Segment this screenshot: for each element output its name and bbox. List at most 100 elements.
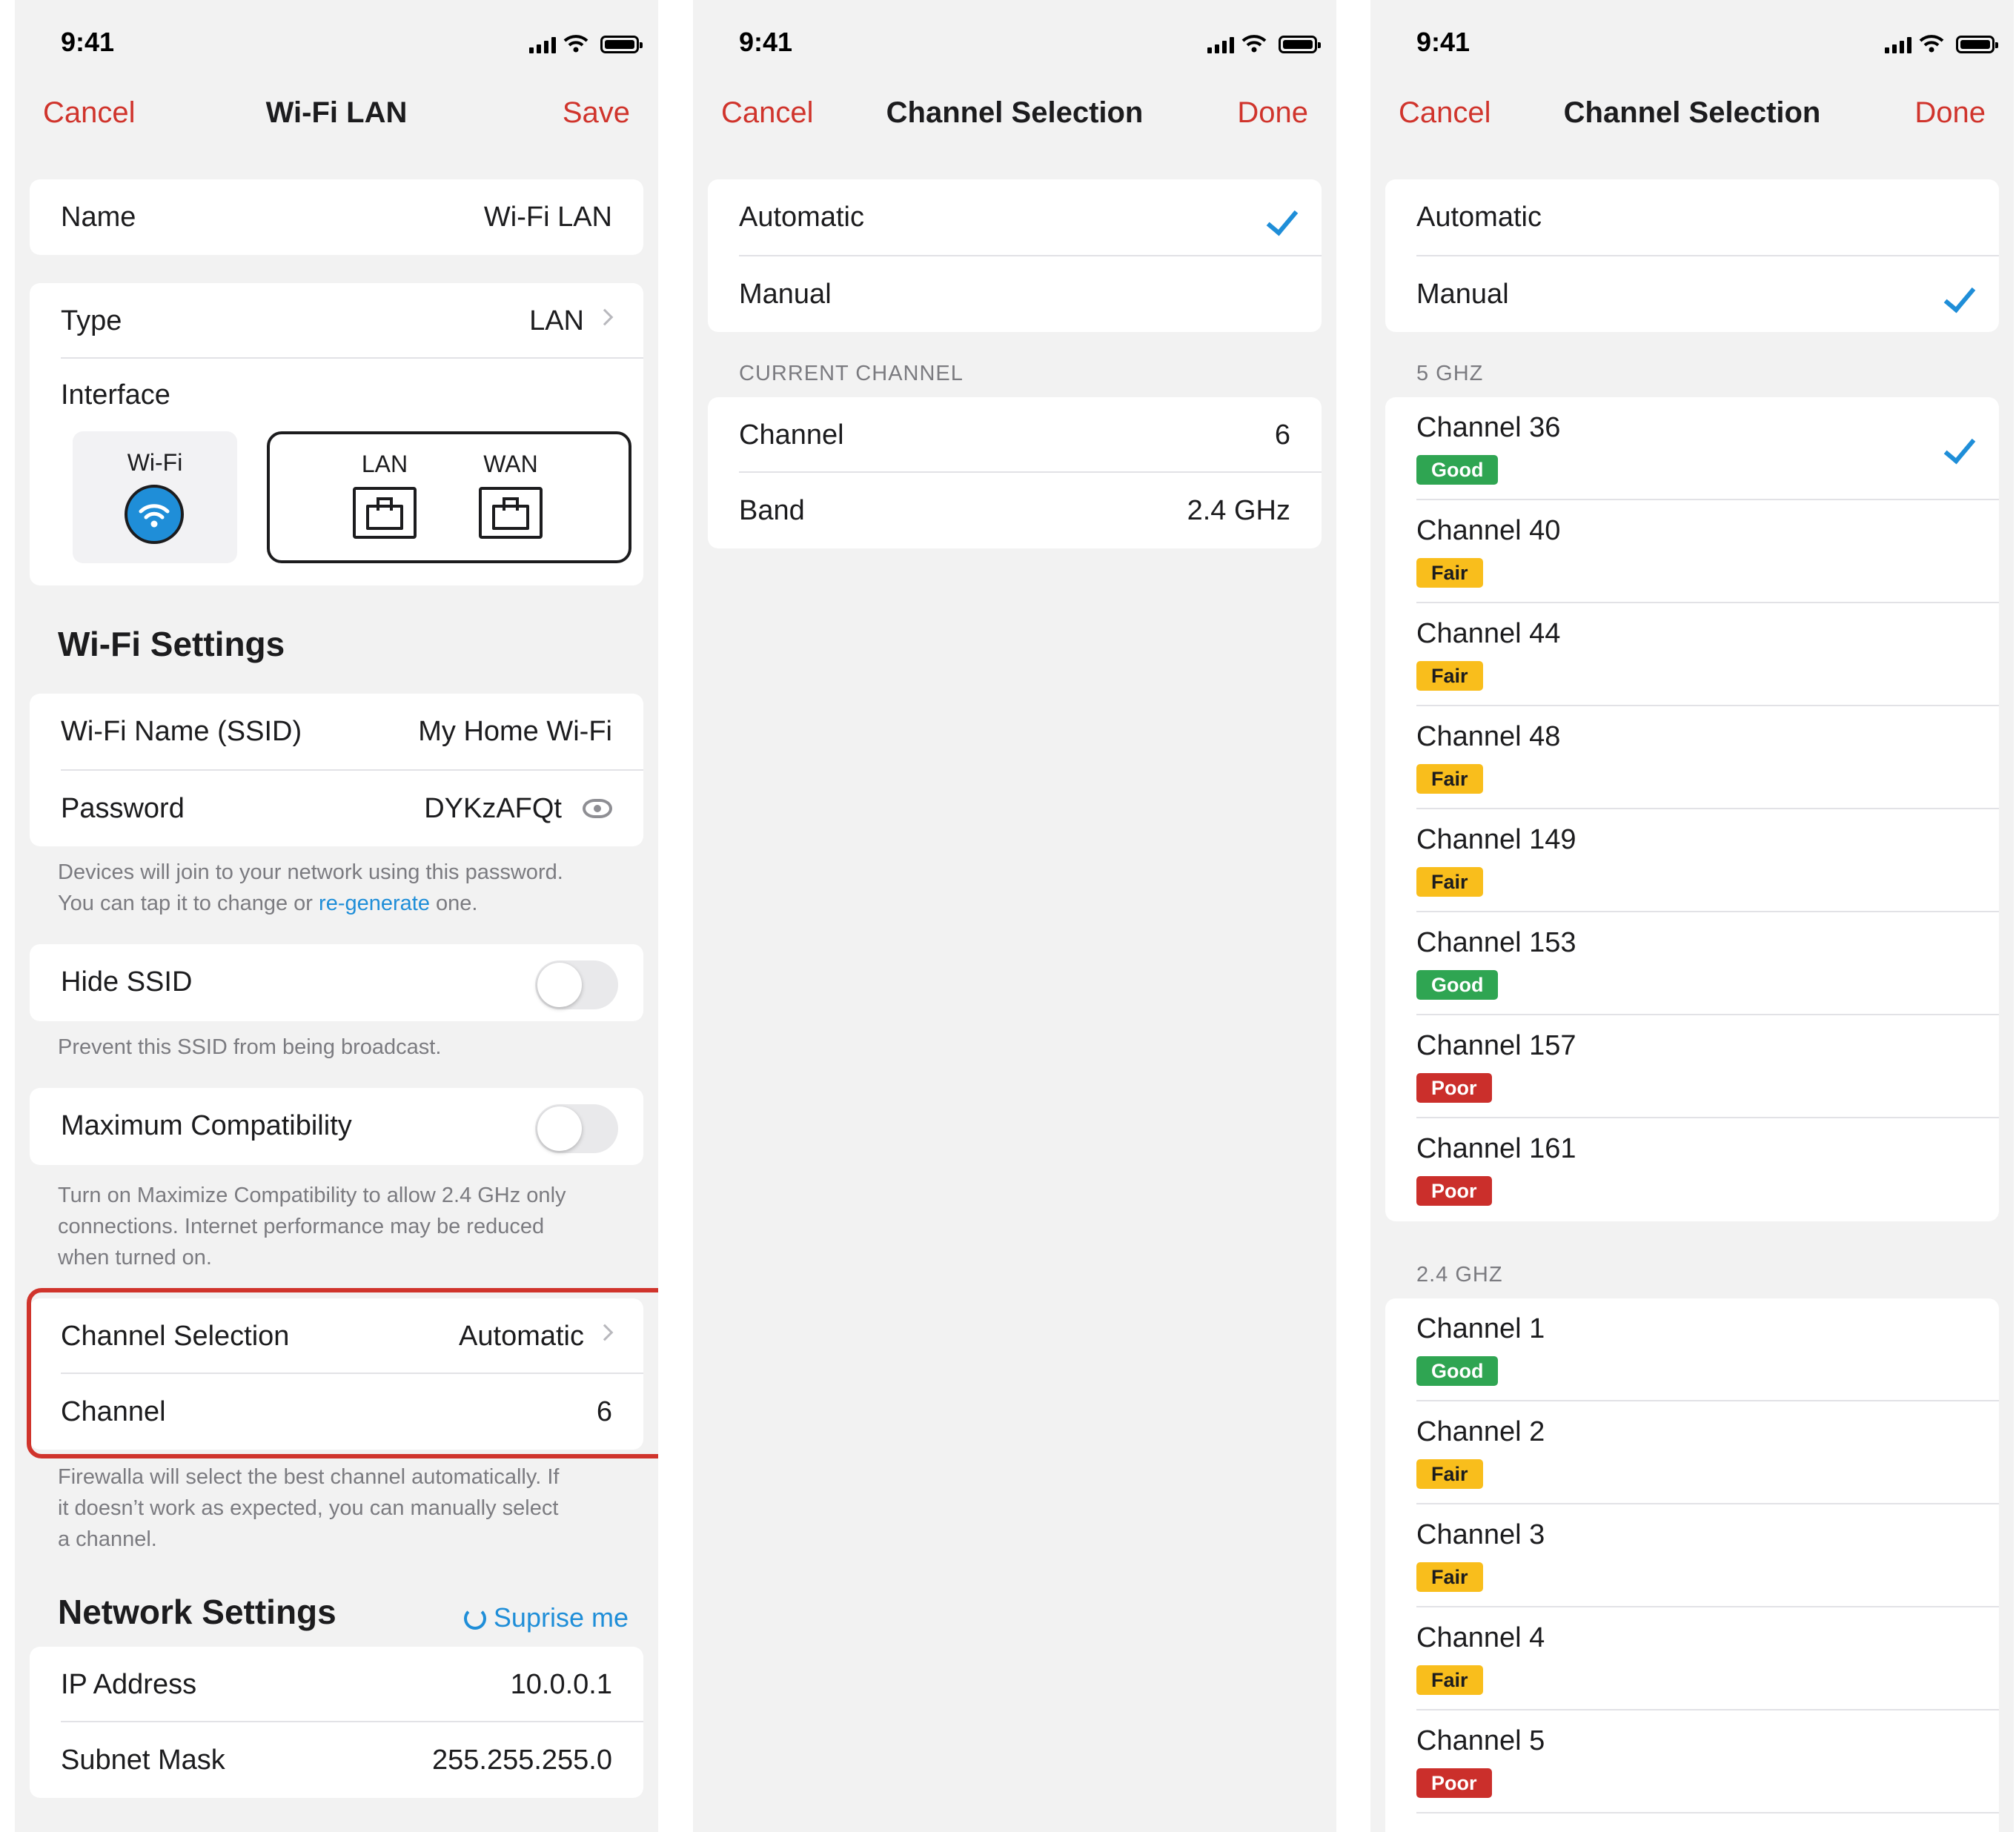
nav-bar: Cancel Channel Selection Done — [1370, 89, 2014, 154]
manual-option[interactable]: Manual — [1385, 256, 1999, 331]
channel-option-label: Channel 2 — [1416, 1416, 1545, 1447]
quality-badge: Fair — [1416, 661, 1483, 691]
nav-bar: Cancel Channel Selection Done — [693, 89, 1336, 154]
wifi-lan-screen: 9:41 Cancel Wi-Fi LAN Save Name Wi-Fi LA… — [15, 0, 658, 1832]
name-row[interactable]: Name Wi-Fi LAN — [30, 179, 643, 253]
channel-option-label: Channel 149 — [1416, 824, 1576, 855]
status-bar: 9:41 — [15, 0, 658, 89]
hide-ssid-card: Hide SSID — [30, 944, 643, 1021]
channel-option-label: Channel 40 — [1416, 515, 1561, 546]
interface-label: Interface — [61, 379, 170, 411]
password-note: Devices will join to your network using … — [58, 860, 563, 915]
channel-option[interactable]: Channel 153 Good — [1385, 912, 1999, 1015]
type-label: Type — [61, 305, 122, 336]
ip-address-row[interactable]: IP Address 10.0.0.1 — [30, 1647, 643, 1721]
channel-option[interactable]: Channel 3 Fair — [1385, 1504, 1999, 1607]
interface-wifi-option[interactable]: Wi-Fi — [73, 431, 237, 563]
quality-badge: Good — [1416, 970, 1499, 1000]
interface-ethernet-group[interactable]: LAN WAN — [267, 431, 631, 563]
band-row: Band 2.4 GHz — [708, 473, 1322, 547]
hide-ssid-toggle[interactable] — [535, 960, 618, 1009]
current-channel-row: Channel 6 — [708, 397, 1322, 471]
battery-icon — [600, 36, 643, 53]
hide-ssid-row: Hide SSID — [30, 944, 643, 1018]
channel-option-label: Channel 5 — [1416, 1725, 1545, 1756]
ghz24-header: 2.4 GHZ — [1416, 1263, 1503, 1287]
mode-card: Automatic Manual — [1385, 179, 1999, 332]
channel-selection-manual-screen: 9:41 Cancel Channel Selection Done Autom… — [1370, 0, 2014, 1832]
interface-wan-label: WAN — [483, 451, 538, 477]
channel-option[interactable]: Channel 1 Good — [1385, 1298, 1999, 1401]
interface-wan-option[interactable]: WAN — [470, 451, 551, 539]
quality-badge: Poor — [1416, 1768, 1492, 1798]
done-button[interactable]: Done — [1914, 96, 1986, 130]
current-channel-card: Channel 6 Band 2.4 GHz — [708, 397, 1322, 548]
channel-option[interactable]: Channel 36 Good — [1385, 397, 1999, 500]
channel-option[interactable]: Channel 40 Fair — [1385, 500, 1999, 603]
channel-option[interactable]: Channel 157 Poor — [1385, 1015, 1999, 1118]
quality-badge: Good — [1416, 455, 1499, 485]
automatic-option[interactable]: Automatic — [708, 179, 1322, 253]
chevron-right-icon — [596, 308, 614, 326]
ssid-row[interactable]: Wi-Fi Name (SSID) My Home Wi-Fi — [30, 694, 643, 768]
subnet-mask-label: Subnet Mask — [61, 1745, 225, 1776]
subnet-mask-value: 255.255.255.0 — [431, 1745, 612, 1776]
channel-option[interactable]: Channel 44 Fair — [1385, 603, 1999, 706]
type-row[interactable]: Type LAN — [30, 283, 643, 357]
manual-label: Manual — [1416, 279, 1509, 310]
checkmark-icon — [1266, 202, 1299, 236]
nav-bar: Cancel Wi-Fi LAN Save — [15, 89, 658, 154]
cellular-signal-icon — [1885, 36, 1911, 53]
channel-option-label: Channel 48 — [1416, 721, 1561, 752]
regenerate-link[interactable]: re-generate — [319, 892, 430, 915]
checkmark-icon — [1943, 431, 1976, 465]
battery-icon — [1279, 36, 1321, 53]
channel-option[interactable]: Channel 2 Fair — [1385, 1401, 1999, 1504]
channel-option[interactable]: Channel 149 Fair — [1385, 809, 1999, 912]
quality-badge: Fair — [1416, 1562, 1483, 1592]
quality-badge: Poor — [1416, 1176, 1492, 1206]
channel-option[interactable]: Channel 4 Fair — [1385, 1607, 1999, 1710]
interface-wifi-label: Wi-Fi — [127, 449, 183, 476]
highlight-box — [27, 1288, 658, 1458]
quality-badge: Fair — [1416, 558, 1483, 588]
refresh-icon — [463, 1607, 486, 1630]
band-value: 2.4 GHz — [1187, 495, 1290, 526]
wifi-status-icon — [563, 35, 588, 53]
max-compat-label: Maximum Compatibility — [61, 1110, 352, 1141]
battery-icon — [1956, 36, 1998, 53]
channel-option-label: Channel 4 — [1416, 1622, 1545, 1653]
done-button[interactable]: Done — [1237, 96, 1308, 130]
max-compat-toggle[interactable] — [535, 1104, 618, 1153]
automatic-option[interactable]: Automatic — [1385, 179, 1999, 253]
password-row[interactable]: Password DYKzAFQt — [30, 771, 643, 845]
channel-option[interactable]: Channel 5 Poor — [1385, 1710, 1999, 1813]
quality-badge: Good — [1416, 1356, 1499, 1386]
channel-option-label: Channel 3 — [1416, 1519, 1545, 1550]
interface-lan-option[interactable]: LAN — [344, 451, 425, 539]
wifi-settings-heading: Wi-Fi Settings — [58, 625, 285, 663]
cellular-signal-icon — [529, 36, 556, 53]
automatic-label: Automatic — [1416, 202, 1542, 233]
eye-icon[interactable] — [583, 799, 612, 818]
name-label: Name — [61, 202, 136, 233]
wifi-status-icon — [1919, 35, 1944, 53]
save-button[interactable]: Save — [563, 96, 630, 130]
ssid-value: My Home Wi-Fi — [418, 716, 612, 747]
quality-badge: Fair — [1416, 1665, 1483, 1695]
type-value: LAN — [529, 305, 584, 336]
quality-badge: Fair — [1416, 764, 1483, 794]
manual-option[interactable]: Manual — [708, 256, 1322, 331]
band-label: Band — [739, 495, 805, 526]
automatic-label: Automatic — [739, 202, 864, 233]
page-title: Wi-Fi LAN — [265, 96, 408, 129]
quality-badge: Poor — [1416, 1073, 1492, 1103]
ghz5-header: 5 GHZ — [1416, 362, 1484, 385]
channel-option[interactable]: Channel 161 Poor — [1385, 1118, 1999, 1221]
subnet-mask-row[interactable]: Subnet Mask 255.255.255.0 — [30, 1722, 643, 1796]
channel-option-label: Channel 36 — [1416, 412, 1561, 443]
channel-option[interactable]: Channel 48 Fair — [1385, 706, 1999, 809]
wifi-icon — [125, 485, 184, 544]
current-channel-value: 6 — [1274, 419, 1290, 451]
surprise-me-button[interactable]: Suprise me — [463, 1602, 629, 1633]
